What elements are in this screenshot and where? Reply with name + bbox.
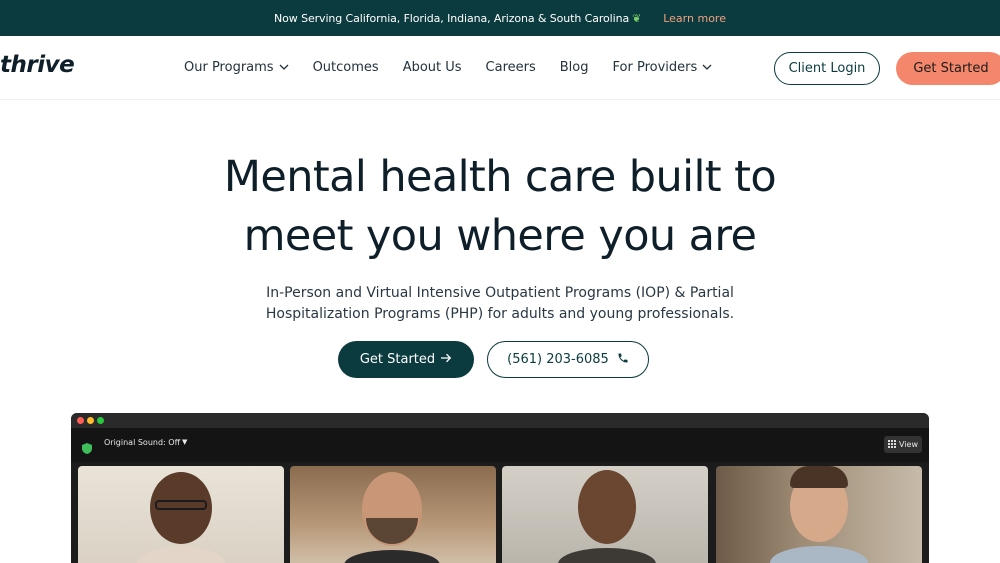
minimize-dot	[87, 417, 94, 424]
nav-item-label: Careers	[485, 60, 536, 75]
phone-number: (561) 203-6085	[507, 352, 609, 367]
nav-item-label: Outcomes	[312, 60, 379, 75]
participant-tile	[716, 466, 922, 563]
nav-item-label: Our Programs	[184, 60, 274, 75]
maximize-dot	[97, 417, 104, 424]
nav-item-for-providers[interactable]: For Providers	[613, 60, 713, 75]
hero-subtitle-line-1: In-Person and Virtual Intensive Outpatie…	[266, 285, 734, 301]
nav-item-about-us[interactable]: About Us	[403, 60, 462, 75]
main-navigation: thrive Our Programs Outcomes About Us Ca…	[0, 36, 1000, 100]
learn-more-link[interactable]: Learn more	[663, 12, 726, 25]
close-dot	[77, 417, 84, 424]
nav-item-our-programs[interactable]: Our Programs	[184, 60, 289, 75]
original-sound-label[interactable]: Original Sound: Off	[104, 438, 180, 447]
get-started-label: Get Started	[359, 352, 436, 367]
get-started-nav-button[interactable]: Get Started	[896, 52, 1000, 85]
nav-item-outcomes[interactable]: Outcomes	[313, 60, 379, 75]
participant-body	[344, 550, 440, 563]
shield-icon	[82, 439, 92, 454]
hero-title-line-1: Mental health care built to	[223, 152, 777, 202]
announcement-message: Now Serving California, Florida, Indiana…	[274, 11, 630, 25]
participant-body	[770, 546, 868, 563]
hero-subtitle: In-Person and Virtual Intensive Outpatie…	[0, 283, 1000, 325]
logo[interactable]: thrive	[0, 52, 75, 78]
client-login-button[interactable]: Client Login	[774, 52, 880, 85]
view-label: View	[899, 440, 918, 449]
nav-item-label: For Providers	[612, 60, 698, 75]
leaf-icon: ❦	[632, 11, 642, 25]
get-started-button[interactable]: Get Started	[338, 341, 474, 378]
participant-tile	[502, 466, 708, 563]
grid-icon	[888, 439, 896, 450]
nav-item-blog[interactable]: Blog	[560, 60, 589, 75]
hair	[790, 466, 848, 488]
nav-item-label: About Us	[402, 60, 462, 75]
announcement-bar: Now Serving California, Florida, Indiana…	[0, 0, 1000, 36]
participant-body	[558, 548, 656, 563]
phone-button[interactable]: (561) 203-6085	[487, 341, 649, 378]
view-button[interactable]: View	[884, 436, 922, 453]
hero-title-line-2: meet you where you are	[243, 211, 757, 261]
video-call-preview: Original Sound: Off ▼ View	[71, 413, 929, 563]
hero-subtitle-line-2: Hospitalization Programs (PHP) for adult…	[265, 306, 735, 322]
hero-title: Mental health care built to meet you whe…	[0, 148, 1000, 266]
announcement-text: Now Serving California, Florida, Indiana…	[274, 12, 641, 25]
window-titlebar	[71, 413, 929, 428]
chevron-down-icon	[279, 62, 289, 73]
participant-tile	[290, 466, 496, 563]
chevron-down-icon	[702, 62, 712, 73]
participant-avatar	[578, 470, 636, 544]
arrow-right-icon	[441, 352, 452, 367]
caret-down-icon[interactable]: ▼	[182, 438, 187, 446]
nav-links: Our Programs Outcomes About Us Careers B…	[184, 60, 712, 75]
participant-tile	[78, 466, 284, 563]
glasses	[155, 500, 207, 510]
phone-icon	[617, 352, 629, 368]
nav-item-label: Blog	[559, 60, 589, 75]
nav-item-careers[interactable]: Careers	[486, 60, 536, 75]
participant-body	[136, 546, 226, 563]
beard	[366, 518, 418, 544]
call-toolbar: Original Sound: Off ▼ View	[71, 428, 929, 462]
